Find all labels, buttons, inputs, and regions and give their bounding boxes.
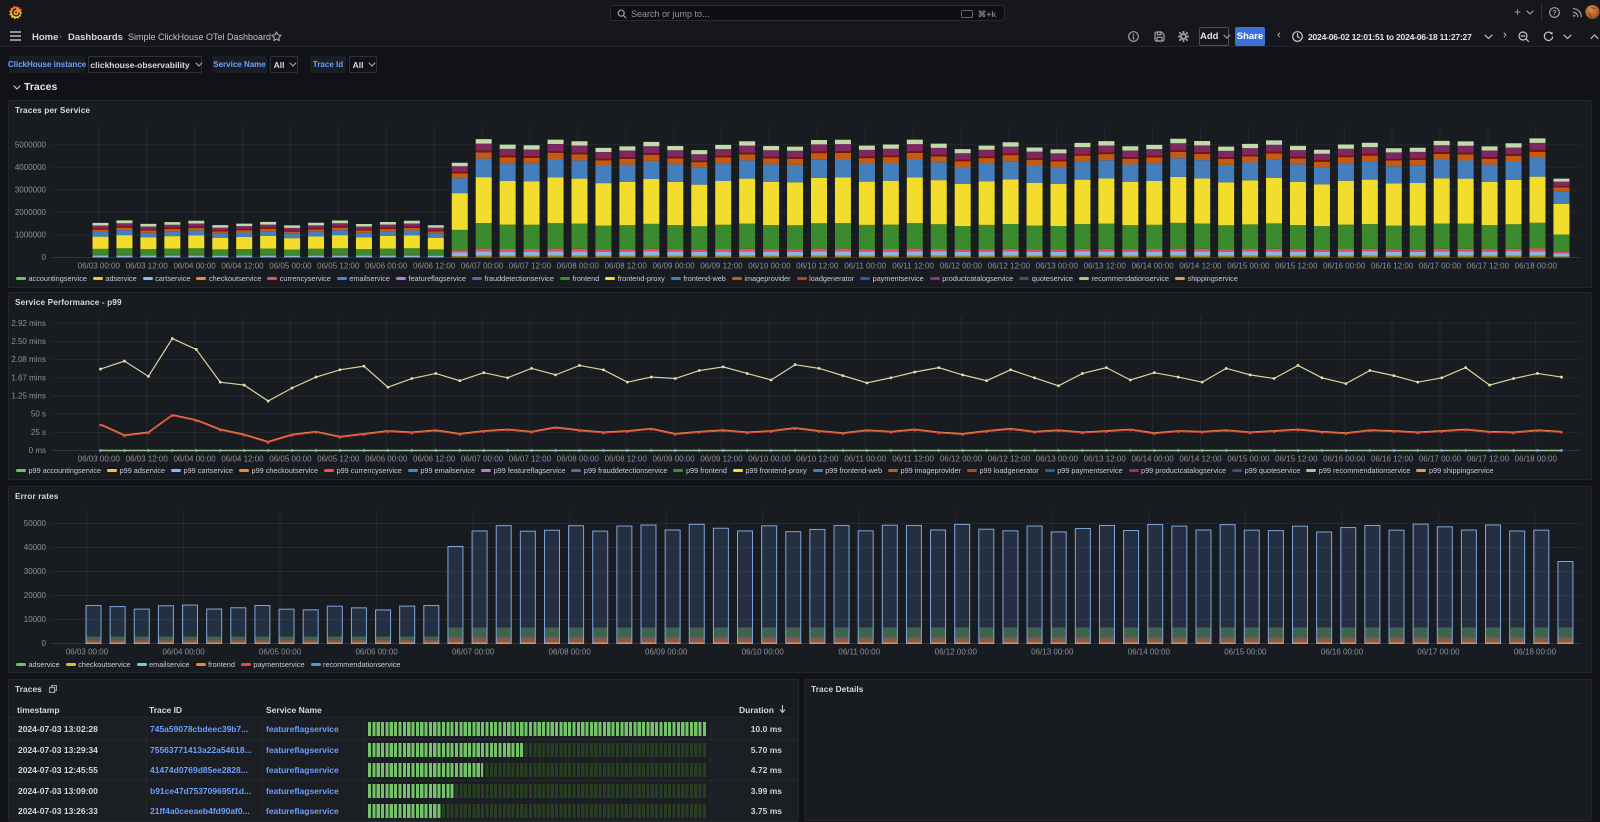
svg-text:06/08 12:00: 06/08 12:00 — [605, 454, 648, 463]
svg-text:1.25 mins: 1.25 mins — [11, 391, 46, 400]
svg-text:06/09 00:00: 06/09 00:00 — [652, 262, 695, 271]
svg-text:06/11 12:00: 06/11 12:00 — [892, 262, 934, 271]
svg-text:06/04 12:00: 06/04 12:00 — [221, 262, 264, 271]
svg-text:30000: 30000 — [24, 567, 47, 576]
svg-text:4000000: 4000000 — [15, 163, 47, 172]
svg-text:06/12 00:00: 06/12 00:00 — [935, 648, 978, 657]
svg-text:10000: 10000 — [24, 615, 47, 624]
svg-text:06/05 00:00: 06/05 00:00 — [269, 454, 312, 463]
svg-text:06/11 00:00: 06/11 00:00 — [844, 262, 886, 271]
svg-text:50000: 50000 — [24, 519, 47, 528]
svg-text:06/16 00:00: 06/16 00:00 — [1323, 262, 1366, 271]
svg-text:06/07 00:00: 06/07 00:00 — [452, 648, 495, 657]
svg-text:06/11 12:00: 06/11 12:00 — [892, 454, 934, 463]
svg-text:06/17 12:00: 06/17 12:00 — [1467, 454, 1510, 463]
svg-text:06/14 00:00: 06/14 00:00 — [1131, 454, 1174, 463]
svg-text:2000000: 2000000 — [15, 208, 47, 217]
svg-text:06/05 12:00: 06/05 12:00 — [317, 262, 360, 271]
svg-text:1000000: 1000000 — [15, 230, 47, 239]
svg-text:06/16 12:00: 06/16 12:00 — [1371, 454, 1414, 463]
svg-text:06/12 12:00: 06/12 12:00 — [988, 454, 1031, 463]
svg-text:06/12 00:00: 06/12 00:00 — [940, 454, 983, 463]
svg-text:0 ms: 0 ms — [29, 446, 46, 455]
svg-text:06/16 00:00: 06/16 00:00 — [1321, 648, 1364, 657]
svg-text:06/03 12:00: 06/03 12:00 — [126, 454, 169, 463]
svg-text:06/12 12:00: 06/12 12:00 — [988, 262, 1031, 271]
svg-text:?: ? — [1552, 10, 1556, 17]
svg-text:06/04 00:00: 06/04 00:00 — [162, 648, 205, 657]
svg-text:06/08 00:00: 06/08 00:00 — [557, 262, 600, 271]
svg-text:06/04 12:00: 06/04 12:00 — [221, 454, 264, 463]
svg-text:06/10 00:00: 06/10 00:00 — [748, 262, 791, 271]
svg-text:06/09 00:00: 06/09 00:00 — [652, 454, 695, 463]
svg-text:06/13 12:00: 06/13 12:00 — [1084, 454, 1127, 463]
svg-text:06/07 00:00: 06/07 00:00 — [461, 454, 504, 463]
svg-text:2.08 mins: 2.08 mins — [11, 355, 46, 364]
svg-text:06/05 00:00: 06/05 00:00 — [259, 648, 302, 657]
svg-text:06/06 00:00: 06/06 00:00 — [365, 454, 408, 463]
svg-text:06/18 00:00: 06/18 00:00 — [1515, 454, 1558, 463]
svg-text:5000000: 5000000 — [15, 140, 47, 149]
svg-text:06/08 12:00: 06/08 12:00 — [605, 262, 648, 271]
svg-text:06/07 12:00: 06/07 12:00 — [509, 262, 552, 271]
svg-text:06/10 12:00: 06/10 12:00 — [796, 262, 839, 271]
svg-text:06/09 12:00: 06/09 12:00 — [700, 454, 743, 463]
svg-text:40000: 40000 — [24, 543, 47, 552]
svg-text:06/13 00:00: 06/13 00:00 — [1036, 454, 1079, 463]
svg-text:06/15 00:00: 06/15 00:00 — [1227, 262, 1270, 271]
svg-text:06/12 00:00: 06/12 00:00 — [940, 262, 983, 271]
svg-text:06/03 12:00: 06/03 12:00 — [126, 262, 169, 271]
svg-text:2.50 mins: 2.50 mins — [11, 336, 46, 345]
svg-text:2.92 mins: 2.92 mins — [11, 318, 46, 327]
svg-text:06/13 12:00: 06/13 12:00 — [1084, 262, 1127, 271]
svg-text:06/06 12:00: 06/06 12:00 — [413, 262, 456, 271]
svg-text:3000000: 3000000 — [15, 185, 47, 194]
svg-text:06/06 00:00: 06/06 00:00 — [355, 648, 398, 657]
svg-text:06/03 00:00: 06/03 00:00 — [78, 262, 121, 271]
svg-text:06/10 00:00: 06/10 00:00 — [742, 648, 785, 657]
svg-text:0: 0 — [42, 253, 47, 262]
svg-text:06/03 00:00: 06/03 00:00 — [78, 454, 121, 463]
svg-text:06/04 00:00: 06/04 00:00 — [173, 262, 216, 271]
svg-text:06/15 12:00: 06/15 12:00 — [1275, 454, 1318, 463]
svg-text:06/07 00:00: 06/07 00:00 — [461, 262, 504, 271]
svg-text:06/15 00:00: 06/15 00:00 — [1224, 648, 1267, 657]
svg-text:06/08 00:00: 06/08 00:00 — [557, 454, 600, 463]
svg-text:06/06 00:00: 06/06 00:00 — [365, 262, 408, 271]
svg-text:06/04 00:00: 06/04 00:00 — [173, 454, 216, 463]
svg-text:25 s: 25 s — [31, 427, 46, 436]
svg-text:06/17 12:00: 06/17 12:00 — [1467, 262, 1510, 271]
svg-text:06/09 00:00: 06/09 00:00 — [645, 648, 688, 657]
svg-text:06/10 00:00: 06/10 00:00 — [748, 454, 791, 463]
svg-text:06/14 00:00: 06/14 00:00 — [1128, 648, 1171, 657]
svg-text:06/14 12:00: 06/14 12:00 — [1179, 454, 1222, 463]
svg-text:06/17 00:00: 06/17 00:00 — [1419, 454, 1462, 463]
svg-text:06/07 12:00: 06/07 12:00 — [509, 454, 552, 463]
svg-text:06/17 00:00: 06/17 00:00 — [1419, 262, 1462, 271]
svg-text:06/14 12:00: 06/14 12:00 — [1179, 262, 1222, 271]
svg-text:06/06 12:00: 06/06 12:00 — [413, 454, 456, 463]
svg-text:06/14 00:00: 06/14 00:00 — [1131, 262, 1174, 271]
svg-text:06/08 00:00: 06/08 00:00 — [549, 648, 592, 657]
svg-text:06/13 00:00: 06/13 00:00 — [1036, 262, 1079, 271]
svg-text:06/13 00:00: 06/13 00:00 — [1031, 648, 1074, 657]
svg-text:06/11 00:00: 06/11 00:00 — [838, 648, 880, 657]
svg-text:06/09 12:00: 06/09 12:00 — [700, 262, 743, 271]
svg-text:06/16 12:00: 06/16 12:00 — [1371, 262, 1414, 271]
svg-text:06/15 12:00: 06/15 12:00 — [1275, 262, 1318, 271]
svg-text:20000: 20000 — [24, 591, 47, 600]
svg-text:06/03 00:00: 06/03 00:00 — [66, 648, 109, 657]
svg-text:06/05 12:00: 06/05 12:00 — [317, 454, 360, 463]
svg-text:06/15 00:00: 06/15 00:00 — [1227, 454, 1270, 463]
svg-text:06/16 00:00: 06/16 00:00 — [1323, 454, 1366, 463]
svg-text:50 s: 50 s — [31, 409, 46, 418]
svg-text:06/17 00:00: 06/17 00:00 — [1417, 648, 1460, 657]
svg-text:06/18 00:00: 06/18 00:00 — [1515, 262, 1558, 271]
svg-text:06/11 00:00: 06/11 00:00 — [844, 454, 886, 463]
svg-text:06/05 00:00: 06/05 00:00 — [269, 262, 312, 271]
svg-text:0: 0 — [42, 639, 47, 648]
svg-text:06/18 00:00: 06/18 00:00 — [1514, 648, 1557, 657]
svg-text:1.67 mins: 1.67 mins — [11, 373, 46, 382]
svg-text:06/10 12:00: 06/10 12:00 — [796, 454, 839, 463]
